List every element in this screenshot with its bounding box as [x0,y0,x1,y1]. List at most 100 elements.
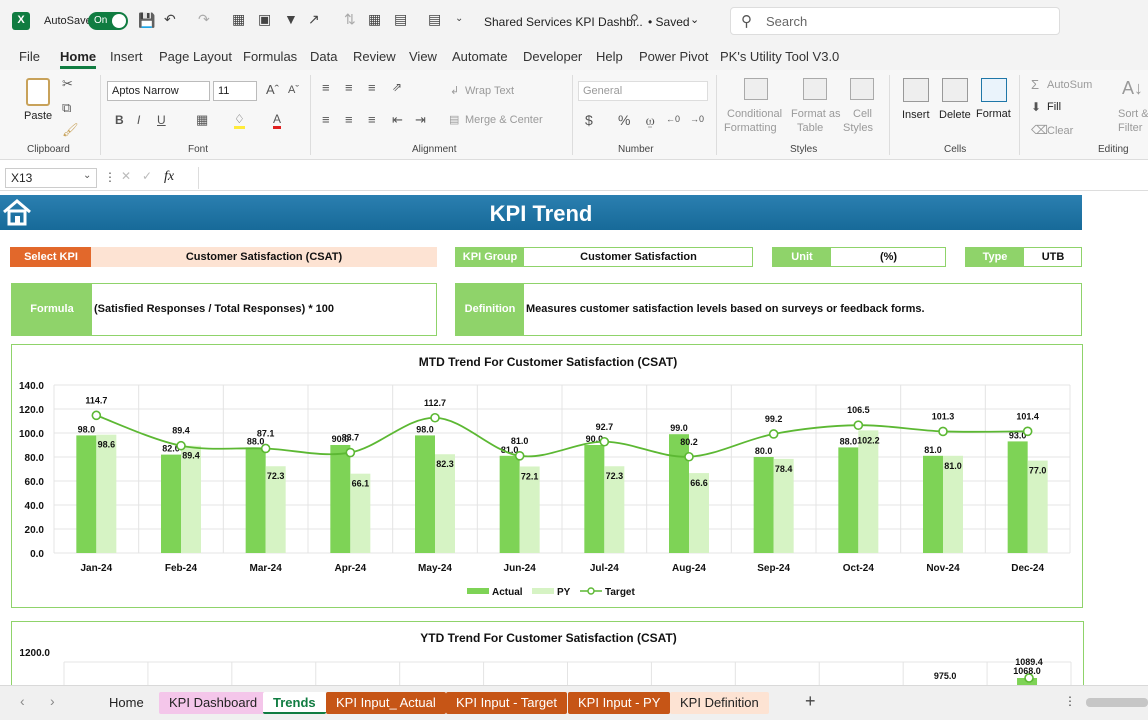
merge-center-icon[interactable]: ▤ [449,113,459,126]
orientation-icon[interactable]: ⇗ [392,80,402,94]
number-format-select[interactable]: General [578,81,708,101]
cell-styles-label[interactable]: Cell [853,108,872,120]
menu-data[interactable]: Data [310,49,337,64]
search-box[interactable]: ⚲ Search [730,7,1060,35]
menu-power-pivot[interactable]: Power Pivot [639,49,708,64]
format-cells-icon[interactable] [981,78,1007,102]
sheet-tab-kpi-input-py[interactable]: KPI Input - PY [568,692,671,714]
sort-icon[interactable]: ⇅ [344,11,356,28]
paste-button[interactable]: Paste [24,110,52,122]
align-middle-icon[interactable]: ≡ [345,80,353,95]
format-as-table-label[interactable]: Format as [791,108,841,120]
ytd-chart[interactable]: YTD Trend For Customer Satisfaction (CSA… [11,621,1084,691]
table-icon[interactable]: ▦ [368,11,381,28]
font-name-select[interactable]: Aptos Narrow [107,81,210,101]
insert-cells-icon[interactable] [903,78,929,102]
conditional-formatting-label-2[interactable]: Formatting [724,122,777,134]
borders-icon[interactable]: ▦ [196,112,208,128]
paste-icon[interactable] [26,78,50,106]
sheet-tab-home[interactable]: Home [99,692,154,714]
merge-center-button[interactable]: Merge & Center [465,114,543,126]
menu-automate[interactable]: Automate [452,49,508,64]
clear-icon[interactable]: ⌫ [1031,123,1048,137]
insert-function-icon[interactable]: fx [164,169,174,185]
more-options-icon[interactable]: ⋮ [104,170,116,184]
increase-indent-icon[interactable]: ⇥ [415,112,426,128]
menu-home[interactable]: Home [60,49,97,69]
insert-cells-button[interactable]: Insert [902,109,930,121]
worksheet[interactable]: KPI Trend Select KPI Customer Satisfacti… [0,191,1148,691]
delete-cells-button[interactable]: Delete [939,109,971,121]
percent-icon[interactable]: % [618,112,630,128]
scroll-right-icon[interactable]: › [50,693,55,709]
sheet-tab-kpi-dashboard[interactable]: KPI Dashboard [159,692,268,714]
picture-icon[interactable]: ▣ [258,11,271,28]
copy-icon[interactable]: ⧉ [62,100,71,116]
underline-icon[interactable]: U [157,113,166,127]
fill-icon[interactable]: ⬇ [1031,100,1041,114]
currency-icon[interactable]: $ [585,112,593,128]
conditional-formatting-label[interactable]: Conditional [727,108,782,120]
sensitivity-icon[interactable]: ⚲ [630,12,639,26]
form-icon[interactable]: ▤ [428,11,441,28]
autosum-icon[interactable]: Σ [1031,77,1039,92]
conditional-formatting-icon[interactable] [744,78,768,100]
autosave-toggle[interactable]: On [88,12,128,30]
decrease-indent-icon[interactable]: ⇤ [392,112,403,128]
menu-file[interactable]: File [19,49,40,64]
menu-view[interactable]: View [409,49,437,64]
redo-icon[interactable]: ↷ [198,11,210,28]
save-icon[interactable]: 💾 [138,12,155,29]
grow-font-icon[interactable]: Aˆ [266,82,279,97]
format-as-table-icon[interactable] [803,78,827,100]
delete-cells-icon[interactable] [942,78,968,102]
cell-styles-icon[interactable] [850,78,874,100]
scroll-left-icon[interactable]: ‹ [20,693,25,709]
menu-formulas[interactable]: Formulas [243,49,297,64]
sort-filter-label[interactable]: Sort & [1118,108,1148,120]
select-kpi-dropdown[interactable]: Customer Satisfaction (CSAT) [91,247,437,267]
menu-insert[interactable]: Insert [110,49,143,64]
cut-icon[interactable]: ✂ [62,76,73,92]
sheet-tab-kpi-input-actual[interactable]: KPI Input_ Actual [326,692,446,714]
sheet-tab-kpi-definition[interactable]: KPI Definition [670,692,769,714]
autosum-button[interactable]: AutoSum [1047,79,1092,91]
menu-developer[interactable]: Developer [523,49,582,64]
cell-styles-label-2[interactable]: Styles [843,122,873,134]
menu-help[interactable]: Help [596,49,623,64]
sort-filter-icon[interactable]: A↓ [1122,78,1143,99]
align-center-icon[interactable]: ≡ [345,112,353,127]
menu-page-layout[interactable]: Page Layout [159,49,232,64]
customize-toolbar-icon[interactable]: ⌄ [455,13,463,24]
mtd-chart[interactable]: MTD Trend For Customer Satisfaction (CSA… [11,344,1083,608]
horizontal-scrollbar[interactable] [1086,698,1148,707]
wrap-text-button[interactable]: Wrap Text [465,85,514,97]
align-top-icon[interactable]: ≡ [322,80,330,95]
wrap-text-icon[interactable]: ↲ [450,84,459,97]
bold-icon[interactable]: B [115,113,124,127]
menu-utility-tool[interactable]: PK's Utility Tool V3.0 [720,49,839,64]
enter-icon[interactable]: ✓ [142,169,152,183]
decrease-decimal-icon[interactable]: →0 [690,114,704,124]
comma-icon[interactable]: ⍹ [646,112,654,129]
shrink-font-icon[interactable]: Aˇ [288,84,299,96]
font-size-select[interactable]: 11 [213,81,257,101]
undo-icon[interactable]: ↶ [164,11,176,28]
clear-button[interactable]: Clear [1047,125,1073,137]
sort-filter-label-2[interactable]: Filter [1118,122,1142,134]
add-sheet-button[interactable]: + [805,691,816,712]
fill-color-icon[interactable]: ♢ [234,112,245,129]
saved-chevron-icon[interactable]: ⌄ [690,13,699,26]
formula-input[interactable] [198,167,1148,189]
format-cells-button[interactable]: Format [976,108,1011,120]
align-bottom-icon[interactable]: ≡ [368,80,376,95]
align-left-icon[interactable]: ≡ [322,112,330,127]
borders-icon[interactable]: ▦ [232,11,245,28]
format-as-table-label-2[interactable]: Table [797,122,823,134]
saved-status[interactable]: • Saved [648,15,690,29]
format-painter-icon[interactable]: 🖌 [62,122,79,138]
increase-decimal-icon[interactable]: ←0 [666,114,680,124]
cancel-icon[interactable]: ✕ [121,169,131,183]
sheet-tab-trends[interactable]: Trends [263,692,326,714]
italic-icon[interactable]: I [137,113,140,127]
